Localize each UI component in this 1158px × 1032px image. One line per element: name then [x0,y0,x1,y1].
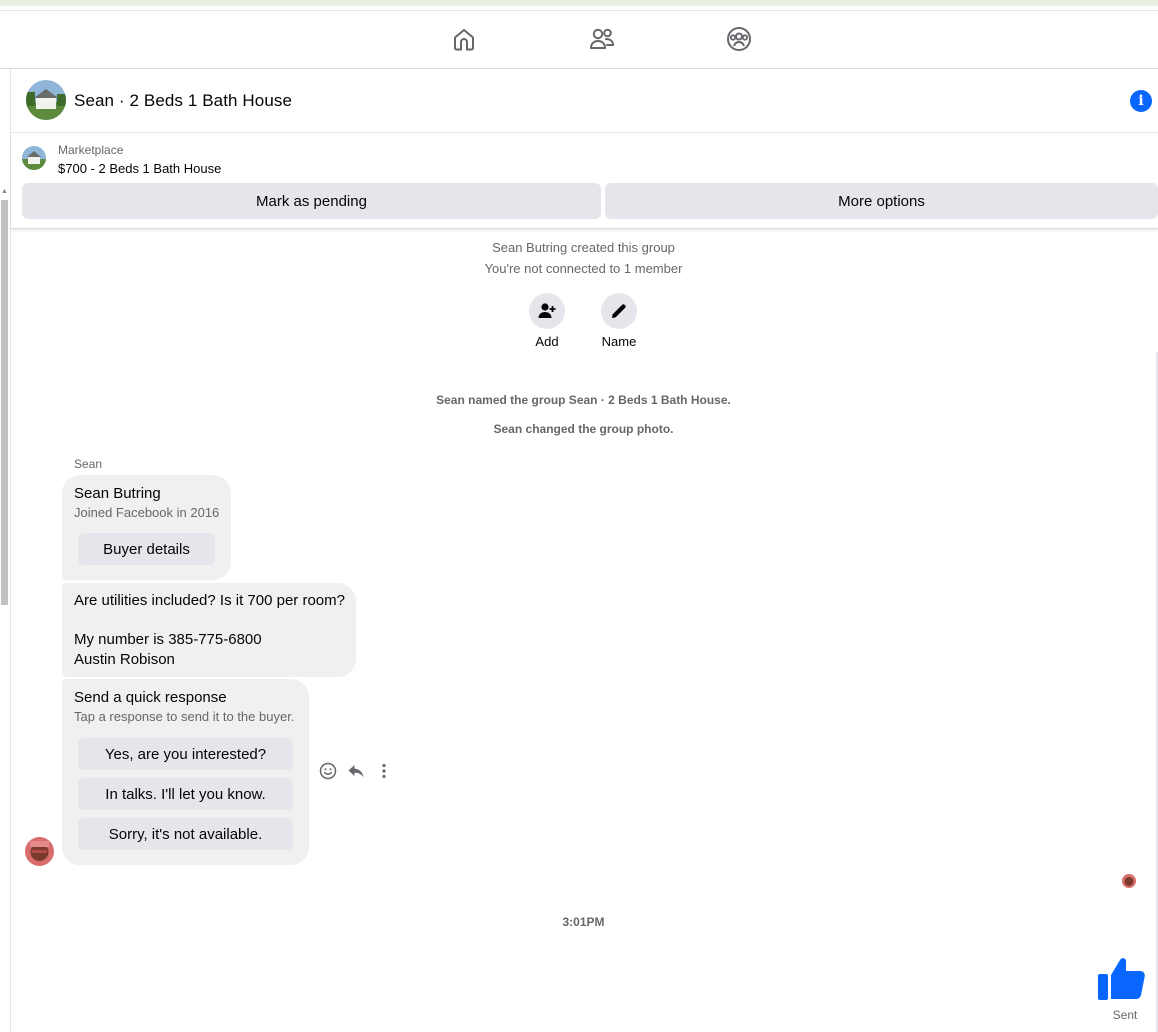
add-label: Add [535,334,559,349]
avatar[interactable] [25,837,54,866]
buyer-details-button[interactable]: Buyer details [78,533,215,565]
chat-header: Sean · 2 Beds 1 Bath House i [11,69,1158,133]
pencil-icon [612,304,626,318]
timestamp: 3:01PM [562,915,605,929]
home-icon[interactable] [450,25,478,53]
profile-joined: Joined Facebook in 2016 [74,505,220,520]
add-member-button[interactable] [529,293,565,329]
listing-thumbnail[interactable] [22,146,46,170]
more-vertical-icon[interactable] [374,761,394,781]
profile-card-bubble: Sean Butring Joined Facebook in 2016 Buy… [62,475,231,580]
message-line: Austin Robison [74,651,175,668]
quick-response-option[interactable]: In talks. I'll let you know. [78,778,293,810]
quick-response-option[interactable]: Yes, are you interested? [78,738,293,770]
profile-name: Sean Butring [74,485,161,502]
smiley-icon[interactable] [318,761,338,781]
listing-title[interactable]: $700 - 2 Beds 1 Bath House [58,161,221,176]
chat-title[interactable]: Sean · 2 Beds 1 Bath House [74,91,292,111]
quick-response-subtitle: Tap a response to send it to the buyer. [74,709,295,724]
marketplace-label: Marketplace [58,143,124,157]
not-connected-text: You're not connected to 1 member [484,261,683,276]
reply-icon[interactable] [346,761,366,781]
scrollbar-thumb[interactable] [1,200,8,605]
name-label: Name [601,334,637,349]
group-avatar[interactable] [26,80,66,120]
quick-response-title: Send a quick response [74,689,227,706]
sender-name: Sean [74,457,103,471]
scrollbar-track[interactable]: ▲ [0,69,11,1032]
thumbs-up-icon[interactable] [1096,950,1148,1004]
message-line: Are utilities included? Is it 700 per ro… [74,592,345,609]
name-group-button[interactable] [601,293,637,329]
friends-icon[interactable] [588,25,616,53]
marketplace-listing-bar: Marketplace $700 - 2 Beds 1 Bath House M… [11,133,1158,229]
group-photo-event: Sean changed the group photo. [493,422,674,436]
message-line: My number is 385-775-6800 [74,631,262,648]
scroll-up-icon[interactable]: ▲ [0,188,9,196]
top-strip [0,0,1158,6]
top-navbar [0,11,1158,69]
seen-avatar [1122,874,1136,888]
message-bubble[interactable]: Are utilities included? Is it 700 per ro… [62,583,356,677]
more-options-button[interactable]: More options [605,183,1158,219]
add-person-icon [538,303,556,318]
group-created-text: Sean Butring created this group [492,240,675,255]
info-icon[interactable]: i [1130,90,1152,112]
group-named-event: Sean named the group Sean · 2 Beds 1 Bat… [436,393,731,407]
groups-icon[interactable] [725,25,753,53]
mark-as-pending-button[interactable]: Mark as pending [22,183,601,219]
sent-status: Sent [1112,1008,1138,1022]
quick-response-option[interactable]: Sorry, it's not available. [78,818,293,850]
message-actions [318,760,402,782]
quick-response-bubble: Send a quick response Tap a response to … [62,679,309,865]
